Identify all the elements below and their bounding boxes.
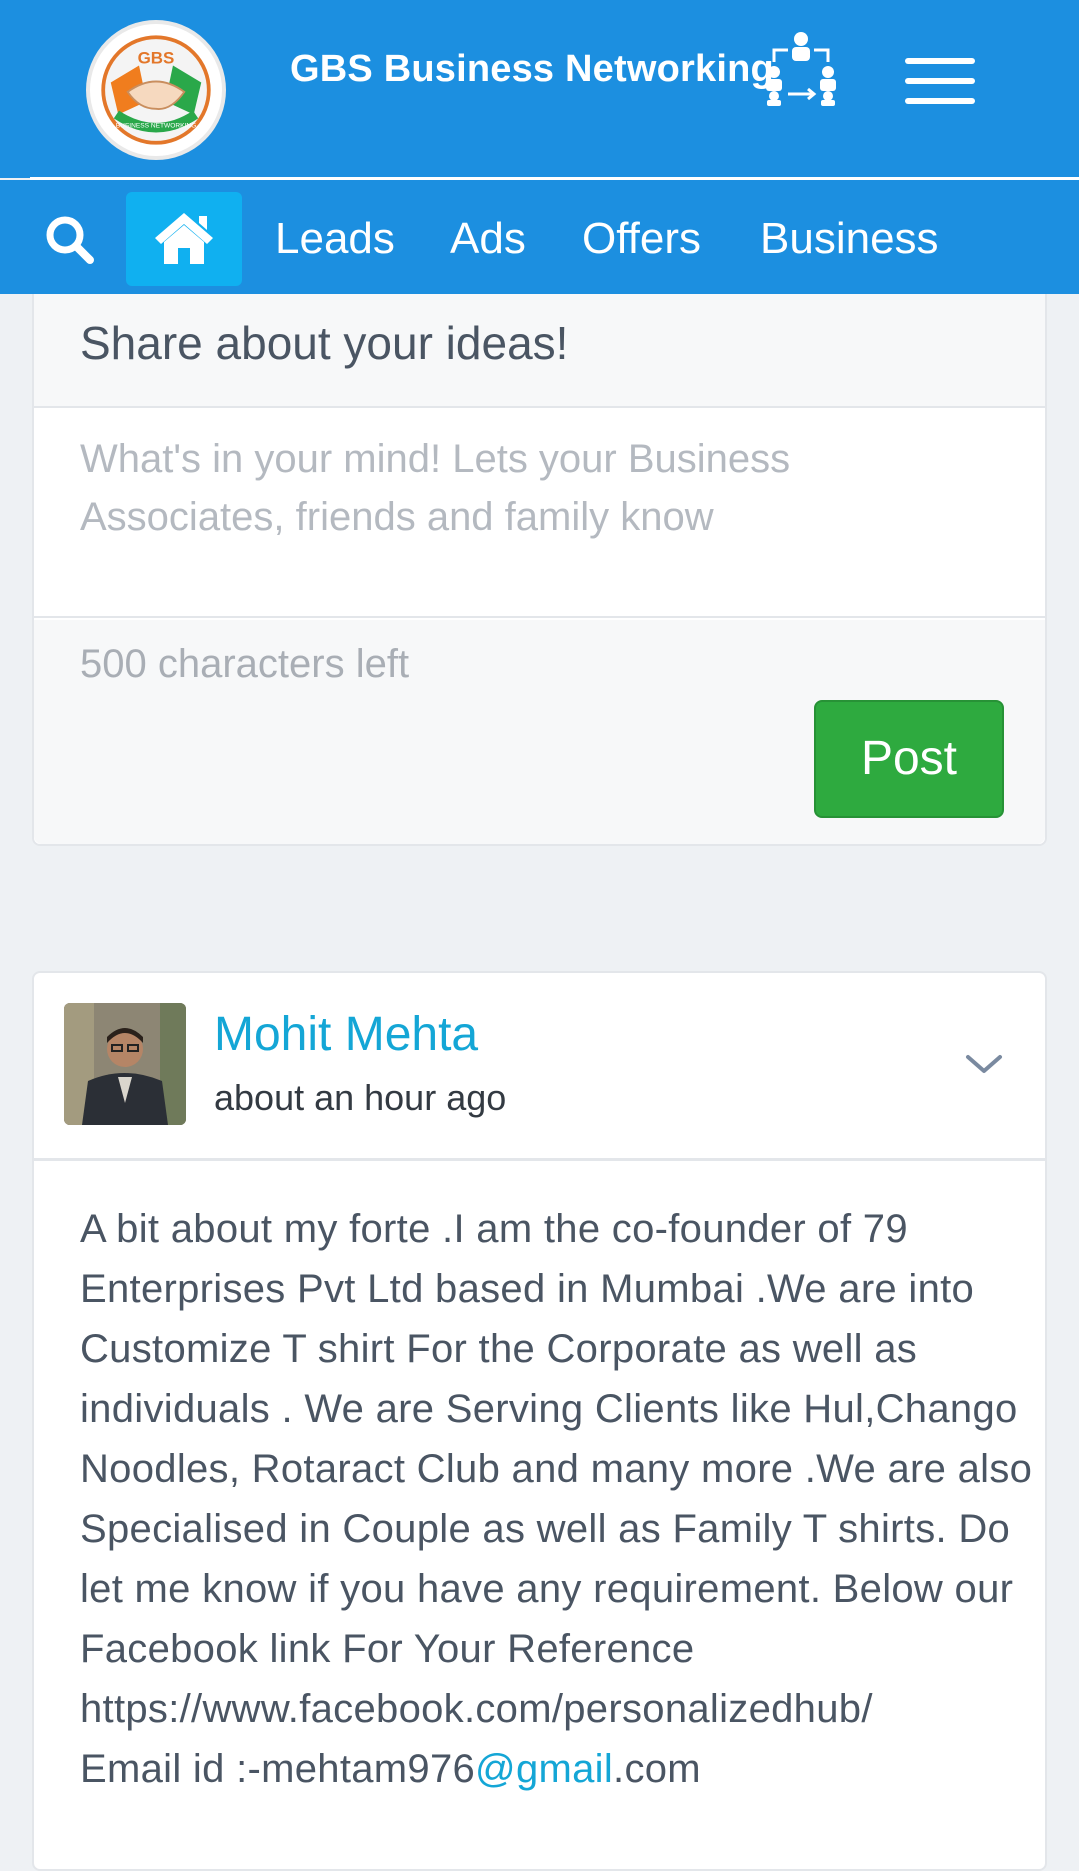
nav-business[interactable]: Business	[760, 214, 939, 264]
facebook-link[interactable]: https://www.facebook.com/personalizedhub…	[80, 1687, 873, 1731]
share-card: Share about your ideas! 500 characters l…	[32, 294, 1047, 846]
logo-icon: GBS BUSINESS NETWORKING	[101, 35, 211, 145]
avatar[interactable]	[64, 1003, 186, 1125]
feed-post-card: Mohit Mehta about an hour ago A bit abou…	[32, 971, 1047, 1871]
hamburger-menu-button[interactable]	[905, 58, 975, 106]
chevron-down-icon[interactable]	[964, 1049, 1004, 1079]
svg-text:BUSINESS NETWORKING: BUSINESS NETWORKING	[116, 123, 197, 130]
network-people-icon	[766, 32, 836, 106]
nav-leads[interactable]: Leads	[275, 214, 395, 264]
characters-left-counter: 500 characters left	[80, 642, 410, 686]
menu-bar	[905, 78, 975, 84]
avatar-photo	[64, 1003, 186, 1125]
app-header: GBS BUSINESS NETWORKING GBS Business Net…	[0, 0, 1079, 178]
email-text: Email id :-mehtam976	[80, 1747, 476, 1791]
share-header: Share about your ideas!	[34, 294, 1045, 408]
share-title: Share about your ideas!	[80, 317, 569, 369]
post-author-name[interactable]: Mohit Mehta	[214, 1007, 478, 1062]
search-icon[interactable]	[44, 214, 96, 266]
nav-home-button[interactable]	[126, 192, 242, 286]
post-text: A bit about my forte .I am the co-founde…	[80, 1207, 1033, 1671]
post-button[interactable]: Post	[814, 700, 1004, 818]
post-timestamp: about an hour ago	[214, 1077, 507, 1118]
post-textarea[interactable]	[34, 408, 1045, 618]
nav-offers[interactable]: Offers	[582, 214, 701, 264]
post-body: A bit about my forte .I am the co-founde…	[80, 1199, 1040, 1799]
nav-ads[interactable]: Ads	[450, 214, 526, 264]
post-header: Mohit Mehta about an hour ago	[34, 973, 1045, 1161]
app-title: GBS Business Networking	[290, 48, 774, 90]
email-link[interactable]: @gmail	[475, 1747, 613, 1791]
nav-bar: Leads Ads Offers Business	[0, 180, 1079, 294]
menu-bar	[905, 58, 975, 64]
share-footer: 500 characters left Post	[34, 620, 1045, 844]
svg-text:GBS: GBS	[138, 49, 175, 68]
email-suffix: .com	[613, 1747, 701, 1791]
gbs-logo[interactable]: GBS BUSINESS NETWORKING	[86, 20, 226, 160]
home-icon	[155, 213, 213, 264]
menu-bar	[905, 98, 975, 104]
